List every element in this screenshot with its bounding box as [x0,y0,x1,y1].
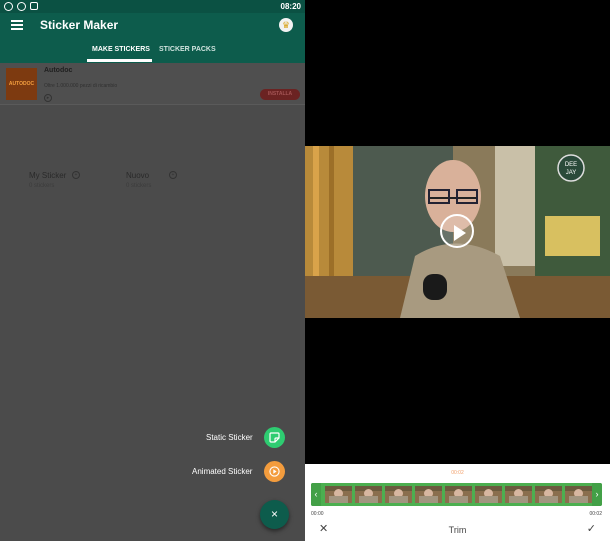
filmstrip-timeline[interactable]: ‹ › [311,483,602,506]
ad-logo: AUTODOC [6,68,37,100]
filmstrip-frame [505,486,532,503]
add-to-whatsapp-icon[interactable]: + [72,171,80,179]
pack-count: 0 stickers [29,183,55,189]
notification-icons [4,2,38,11]
play-button[interactable] [440,214,474,248]
pack-count: 0 stickers [126,183,152,189]
sticker-icon [269,432,280,443]
sticker-pack-item[interactable]: My Sticker 0 stickers + [29,171,80,189]
filmstrip-frame [445,486,472,503]
hamburger-menu-icon[interactable] [11,20,23,30]
filmstrip-frame [355,486,382,503]
video-preview[interactable]: DEE JAY [305,146,610,318]
trim-end-time: 00:02 [589,511,602,517]
filmstrip-frame [535,486,562,503]
trim-start-handle[interactable]: ‹ [311,483,321,506]
install-button[interactable]: INSTALLA [260,89,300,100]
overlay-logo-text: JAY [566,170,577,176]
ad-title: Autodoc [44,67,73,74]
add-to-whatsapp-icon[interactable]: + [169,171,177,179]
app-notification-icon [30,2,38,10]
trim-title: Trim [448,525,467,535]
play-icon [454,225,466,241]
animated-sticker-button[interactable] [264,461,285,482]
static-sticker-label[interactable]: Static Sticker [206,433,253,442]
tab-make-stickers[interactable]: MAKE STICKERS [92,46,150,53]
filmstrip-frame [475,486,502,503]
animated-sticker-label[interactable]: Animated Sticker [192,467,252,476]
play-circle-icon [269,466,280,477]
confirm-check-icon[interactable]: ✓ [587,522,596,535]
trim-bottom-bar: ✕ Trim ✓ [305,520,610,541]
trim-panel: 00:02 ‹ › 00:00 00:02 ✕ Trim ✓ [305,464,610,541]
status-bar: 08:20 [0,0,305,13]
app-bar: Sticker Maker ♛ MAKE STICKERS STICKER PA… [0,13,305,63]
ad-choices-icon[interactable]: ▸ [44,94,52,102]
trim-start-time: 00:00 [311,511,324,517]
video-trim-screen: DEE JAY 00:02 ‹ › 00:00 00:02 ✕ Trim ✓ [305,0,610,541]
close-fab-button[interactable]: × [260,500,289,529]
selected-duration: 00:02 [451,470,464,476]
tab-sticker-packs[interactable]: STICKER PACKS [159,46,216,53]
sticker-pack-item[interactable]: Nuovo 0 stickers + [126,171,177,189]
pack-name: My Sticker [29,171,67,180]
crown-premium-icon[interactable]: ♛ [279,18,293,32]
sticker-maker-screen: 08:20 Sticker Maker ♛ MAKE STICKERS STIC… [0,0,305,541]
filmstrip-frame [325,486,352,503]
tab-indicator [87,59,152,62]
static-sticker-button[interactable] [264,427,285,448]
whatsapp-business-icon [17,2,26,11]
filmstrip-frame [415,486,442,503]
app-title: Sticker Maker [40,18,119,32]
filmstrip-frame [385,486,412,503]
trim-end-handle[interactable]: › [592,483,602,506]
status-time: 08:20 [280,2,301,11]
filmstrip-frame [565,486,592,503]
close-icon: × [270,507,278,521]
ad-banner[interactable]: AUTODOC Autodoc Oltre 1.000.000 pezzi di… [0,63,305,105]
overlay-logo-text: DEE [565,162,577,168]
pack-name: Nuovo [126,171,150,180]
ad-description: Oltre 1.000.000 pezzi di ricambio [44,83,118,89]
whatsapp-icon [4,2,13,11]
